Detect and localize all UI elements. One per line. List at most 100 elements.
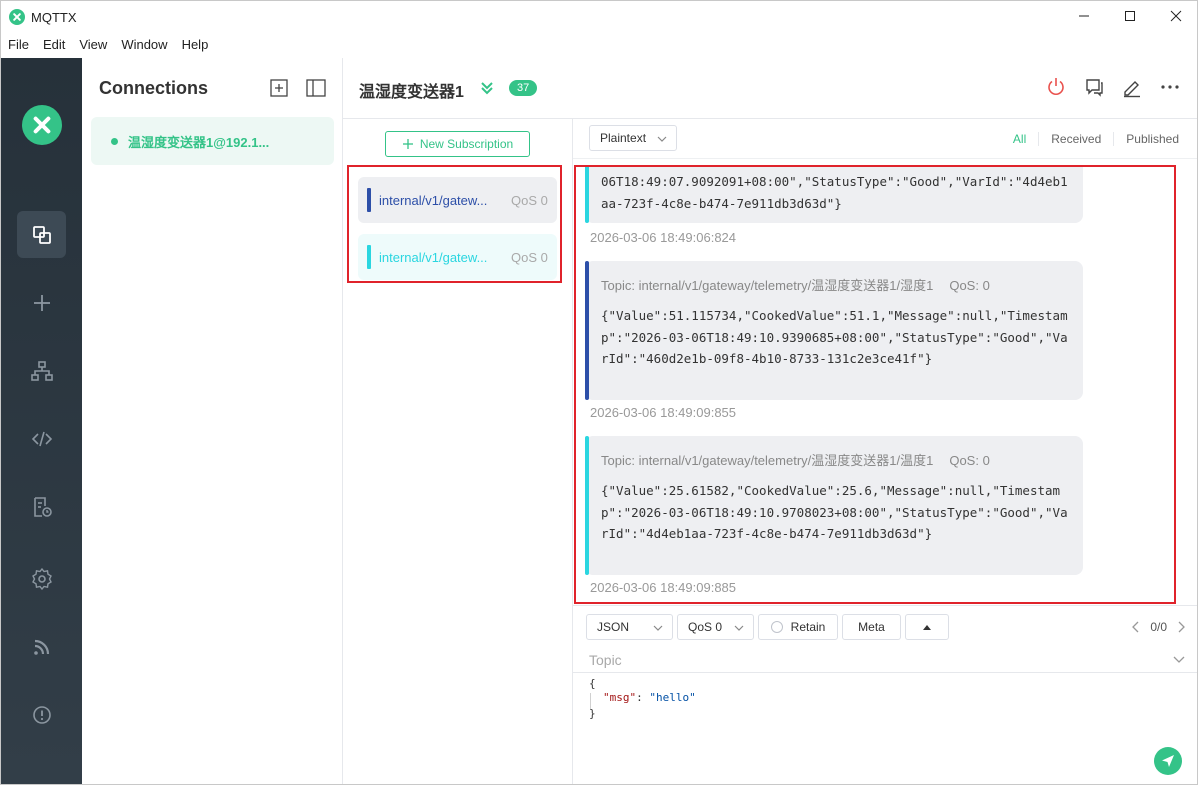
menu-window[interactable]: Window: [114, 33, 174, 57]
subscription-topic: internal/v1/gatew...: [379, 192, 488, 208]
header-actions: [1045, 76, 1181, 98]
tab-published[interactable]: Published: [1113, 132, 1191, 146]
more-icon[interactable]: [1159, 76, 1181, 98]
menu-edit[interactable]: Edit: [36, 33, 72, 57]
send-message-button[interactable]: [1154, 747, 1182, 775]
retain-toggle[interactable]: Retain: [758, 614, 838, 640]
pager-count: 0/0: [1150, 620, 1167, 634]
history-pager: 0/0: [1132, 620, 1185, 634]
menu-help[interactable]: Help: [175, 33, 216, 57]
menu-file[interactable]: File: [1, 33, 36, 57]
payload-editor[interactable]: { "msg": "hello" }: [573, 673, 1197, 784]
message-filter-tabs: All Received Published: [1001, 132, 1191, 146]
publish-toolbar: JSON QoS 0 Retain Meta 0/0: [573, 605, 1197, 647]
retain-radio: [770, 621, 783, 633]
messages-highlight-box: 06T18:49:07.9092091+08:00","StatusType":…: [574, 165, 1176, 604]
publish-topic-row: [573, 647, 1197, 673]
subscription-color-bar: [367, 188, 371, 212]
double-chevron-down-icon[interactable]: [479, 80, 495, 96]
tab-all[interactable]: All: [1001, 132, 1038, 146]
connection-name: 温湿度变送器1@192.1...: [128, 134, 270, 150]
message-time: 2026-03-06 18:49:06:824: [590, 230, 737, 245]
nav-log-button[interactable]: [17, 483, 66, 530]
message-card[interactable]: Topic: internal/v1/gateway/telemetry/温湿度…: [585, 261, 1083, 400]
send-icon: [1162, 755, 1174, 767]
message-time: 2026-03-06 18:49:09:855: [590, 405, 737, 420]
plus-icon: [402, 139, 413, 149]
add-connection-icon[interactable]: [270, 79, 288, 97]
editor-line: }: [589, 707, 596, 720]
info-icon: [32, 705, 51, 724]
message-card[interactable]: 06T18:49:07.9092091+08:00","StatusType":…: [585, 167, 1083, 223]
payload-format-value: Plaintext: [600, 131, 647, 145]
subscription-color-bar: [367, 245, 371, 269]
nav-new-connection-button[interactable]: [17, 279, 66, 326]
subscription-qos: QoS 0: [511, 249, 548, 265]
log-icon: [33, 496, 52, 517]
maximize-button[interactable]: [1107, 1, 1153, 31]
message-time: 2026-03-06 18:49:09:885: [590, 580, 737, 595]
message-topic: Topic: internal/v1/gateway/telemetry/温湿度…: [601, 275, 990, 294]
message-payload: {"Value":51.115734,"CookedValue":51.1,"M…: [601, 308, 1068, 366]
editor-colon: :: [636, 691, 650, 704]
nav-settings-button[interactable]: [17, 555, 66, 602]
menu-bar: File Edit View Window Help: [1, 33, 215, 57]
nav-feed-button[interactable]: [17, 623, 66, 670]
disconnect-power-icon[interactable]: [1045, 76, 1067, 98]
subscription-topic: internal/v1/gatew...: [379, 249, 488, 265]
message-color-bar: [585, 436, 589, 575]
nav-topology-button[interactable]: [17, 347, 66, 394]
expand-publish-button[interactable]: [905, 614, 949, 640]
retain-label: Retain: [790, 620, 826, 634]
nav-about-button[interactable]: [17, 691, 66, 738]
menu-view[interactable]: View: [72, 33, 114, 57]
message-topic-text: Topic: internal/v1/gateway/telemetry/温湿度…: [601, 278, 934, 293]
new-subscription-label: New Subscription: [419, 137, 514, 151]
topology-icon: [30, 360, 53, 381]
close-button[interactable]: [1153, 1, 1197, 31]
chat-icon[interactable]: [1083, 76, 1105, 98]
new-subscription-button[interactable]: New Subscription: [385, 131, 530, 157]
message-qos: QoS: 0: [949, 453, 990, 468]
minimize-button[interactable]: [1061, 1, 1107, 31]
nav-connections-button[interactable]: [17, 211, 66, 258]
message-color-bar: [585, 261, 589, 400]
editor-key: "msg": [603, 691, 637, 704]
message-payload: 06T18:49:07.9092091+08:00","StatusType":…: [601, 174, 1068, 211]
message-count-badge: 37: [509, 80, 538, 96]
editor-value: "hello": [649, 691, 696, 704]
publish-topic-input[interactable]: [589, 649, 1149, 671]
subscription-item[interactable]: internal/v1/gatew... QoS 0: [358, 177, 557, 223]
connection-item[interactable]: 温湿度变送器1@192.1...: [91, 117, 334, 165]
window-controls: [1061, 1, 1197, 33]
chevron-right-icon[interactable]: [1177, 621, 1185, 633]
connection-title: 温湿度变送器1: [359, 84, 464, 101]
code-icon: [31, 431, 52, 446]
chevron-down-icon[interactable]: [1173, 653, 1185, 665]
title-bar: MQTTX: [1, 1, 1197, 33]
tab-received[interactable]: Received: [1038, 132, 1113, 146]
publish-format-select[interactable]: JSON: [586, 614, 673, 640]
payload-format-select[interactable]: Plaintext: [589, 125, 677, 151]
left-navigation: [1, 58, 82, 784]
subscription-item[interactable]: internal/v1/gatew... QoS 0: [358, 234, 557, 280]
edit-icon[interactable]: [1121, 76, 1143, 98]
connections-icon: [32, 225, 51, 244]
chevron-down-icon: [653, 625, 663, 631]
minimize-icon: [1079, 15, 1089, 17]
publish-qos-select[interactable]: QoS 0: [677, 614, 754, 640]
subscriptions-panel: New Subscription internal/v1/gatew... Qo…: [343, 119, 573, 784]
meta-button[interactable]: Meta: [842, 614, 901, 640]
publish-format-value: JSON: [597, 620, 630, 634]
toggle-panel-icon[interactable]: [306, 79, 326, 97]
connection-header: 温湿度变送器1 37: [343, 58, 1197, 119]
message-card[interactable]: Topic: internal/v1/gateway/telemetry/温湿度…: [585, 436, 1083, 575]
nav-script-button[interactable]: [17, 415, 66, 462]
chevron-left-icon[interactable]: [1132, 621, 1140, 633]
subscription-qos: QoS 0: [511, 192, 548, 208]
message-payload: {"Value":25.61582,"CookedValue":25.6,"Me…: [601, 483, 1068, 541]
mqttx-window: MQTTX File Edit View Window Help Connect…: [0, 0, 1198, 785]
message-color-bar: [585, 167, 589, 223]
settings-icon: [31, 567, 52, 590]
feed-icon: [33, 639, 49, 655]
